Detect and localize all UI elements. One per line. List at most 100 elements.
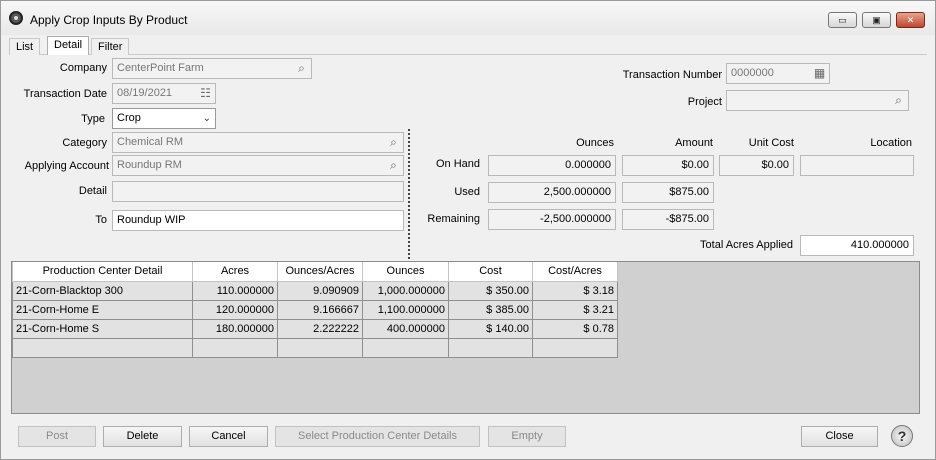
table-cell[interactable]: 400.000000 (362, 318, 449, 339)
column-header[interactable]: Ounces/Acres (277, 262, 363, 282)
tab-divider (9, 54, 927, 55)
type-label: Type (81, 113, 105, 125)
table-cell[interactable]: $ 3.21 (532, 299, 618, 320)
column-header[interactable]: Cost (448, 262, 533, 282)
column-header[interactable]: Ounces (362, 262, 449, 282)
detail-label: Detail (78, 185, 107, 197)
table-cell[interactable] (277, 337, 363, 358)
on-hand-location (800, 155, 914, 176)
help-icon[interactable]: ? (891, 425, 913, 447)
table-cell[interactable]: 21-Corn-Home S (12, 318, 193, 339)
used-amount: $875.00 (622, 182, 714, 203)
table-cell[interactable]: 1,100.000000 (362, 299, 449, 320)
table-cell[interactable]: $ 3.18 (532, 280, 618, 301)
close-button[interactable]: Close (801, 426, 878, 447)
table-cell[interactable]: $ 140.00 (448, 318, 533, 339)
applying-account-value: Roundup RM (117, 159, 182, 171)
type-select[interactable]: Crop ⌄ (112, 108, 216, 129)
table-cell[interactable] (448, 337, 533, 358)
table-row[interactable]: 21-Corn-Home E 120.000000 9.166667 1,100… (12, 299, 618, 320)
window-title: Apply Crop Inputs By Product (30, 13, 188, 27)
total-acres-label: Total Acres Applied (700, 239, 793, 251)
post-button[interactable]: Post (18, 426, 96, 447)
cancel-button[interactable]: Cancel (189, 426, 268, 447)
table-row[interactable]: 21-Corn-Blacktop 300 110.000000 9.090909… (12, 280, 618, 301)
applying-account-field[interactable]: Roundup RM ⌕ (112, 155, 404, 176)
tab-list[interactable]: List (9, 38, 41, 55)
table-cell[interactable] (362, 337, 449, 358)
on-hand-amount: $0.00 (622, 155, 714, 176)
category-value: Chemical RM (117, 136, 184, 148)
used-label: Used (454, 186, 480, 198)
table-cell[interactable] (12, 337, 193, 358)
title-bar: Apply Crop Inputs By Product ▭ ▣ ✕ (1, 1, 935, 35)
table-cell[interactable]: 110.000000 (192, 280, 278, 301)
transaction-number-label: Transaction Number (622, 69, 722, 81)
table-cell[interactable]: $ 350.00 (448, 280, 533, 301)
table-row-new[interactable] (12, 337, 618, 358)
location-header: Location (870, 137, 912, 149)
production-center-table: Production Center Detail Acres Ounces/Ac… (12, 262, 618, 358)
table-header-row: Production Center Detail Acres Ounces/Ac… (12, 262, 618, 282)
detail-field[interactable] (112, 181, 404, 202)
select-production-center-details-button[interactable]: Select Production Center Details (275, 426, 480, 447)
total-acres-value: 410.000000 (800, 235, 914, 256)
ounces-header: Ounces (576, 137, 614, 149)
company-field[interactable]: CenterPoint Farm ⌕ (112, 58, 312, 79)
transaction-number-field[interactable]: 0000000 ▦ (726, 63, 830, 84)
calendar-icon[interactable]: ☷ (199, 87, 212, 100)
table-cell[interactable]: 180.000000 (192, 318, 278, 339)
column-header[interactable]: Production Center Detail (12, 262, 193, 282)
to-label: To (95, 214, 107, 226)
table-cell[interactable]: 1,000.000000 (362, 280, 449, 301)
unit-cost-header: Unit Cost (748, 137, 794, 149)
search-icon[interactable]: ⌕ (892, 94, 905, 107)
table-cell[interactable]: 2.222222 (277, 318, 363, 339)
transaction-date-field[interactable]: 08/19/2021 ☷ (112, 83, 216, 104)
table-cell[interactable]: 21-Corn-Home E (12, 299, 193, 320)
table-cell[interactable]: 21-Corn-Blacktop 300 (12, 280, 193, 301)
table-row[interactable]: 21-Corn-Home S 180.000000 2.222222 400.0… (12, 318, 618, 339)
restore-button[interactable]: ▣ (862, 12, 891, 28)
tab-filter[interactable]: Filter (91, 38, 130, 55)
category-field[interactable]: Chemical RM ⌕ (112, 132, 404, 153)
search-icon[interactable]: ⌕ (295, 62, 308, 75)
remaining-ounces: -2,500.000000 (488, 209, 616, 230)
table-cell[interactable] (192, 337, 278, 358)
delete-button[interactable]: Delete (103, 426, 182, 447)
search-icon[interactable]: ⌕ (387, 159, 400, 172)
table-cell[interactable]: 9.090909 (277, 280, 363, 301)
on-hand-unit-cost: $0.00 (719, 155, 794, 176)
remaining-label: Remaining (427, 213, 480, 225)
table-cell[interactable]: 120.000000 (192, 299, 278, 320)
remaining-amount: -$875.00 (622, 209, 714, 230)
category-label: Category (62, 137, 107, 149)
column-header[interactable]: Cost/Acres (532, 262, 618, 282)
transaction-date-label: Transaction Date (23, 88, 107, 100)
amount-header: Amount (675, 137, 713, 149)
to-field[interactable]: Roundup WIP (112, 210, 404, 231)
empty-button[interactable]: Empty (488, 426, 566, 447)
on-hand-label: On Hand (435, 158, 480, 170)
apply-crop-inputs-window: Apply Crop Inputs By Product ▭ ▣ ✕ List … (0, 0, 936, 460)
project-field[interactable]: ⌕ (726, 90, 909, 111)
column-header[interactable]: Acres (192, 262, 278, 282)
type-value: Crop (117, 112, 141, 124)
section-divider (408, 129, 410, 259)
app-icon (9, 11, 23, 25)
transaction-date-value: 08/19/2021 (117, 87, 173, 99)
project-label: Project (687, 96, 722, 108)
chevron-down-icon: ⌄ (202, 113, 211, 124)
search-icon[interactable]: ⌕ (387, 136, 400, 149)
table-cell[interactable] (532, 337, 618, 358)
used-ounces: 2,500.000000 (488, 182, 616, 203)
table-cell[interactable]: $ 385.00 (448, 299, 533, 320)
calculator-icon[interactable]: ▦ (813, 67, 826, 80)
table-cell[interactable]: 9.166667 (277, 299, 363, 320)
tab-detail[interactable]: Detail (47, 36, 90, 55)
table-cell[interactable]: $ 0.78 (532, 318, 618, 339)
minimize-button[interactable]: ▭ (828, 12, 857, 28)
company-label: Company (59, 62, 107, 74)
close-window-button[interactable]: ✕ (896, 12, 925, 28)
transaction-number-value: 0000000 (731, 67, 774, 79)
